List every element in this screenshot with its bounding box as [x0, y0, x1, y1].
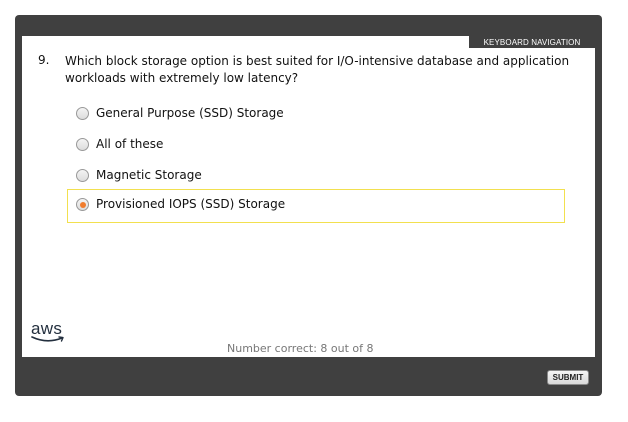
- aws-smile-icon: [31, 336, 64, 342]
- option-provisioned-iops[interactable]: Provisioned IOPS (SSD) Storage: [67, 189, 565, 223]
- keyboard-navigation-button[interactable]: KEYBOARD NAVIGATION: [469, 36, 595, 48]
- option-label: Magnetic Storage: [96, 168, 202, 182]
- option-label: All of these: [96, 137, 164, 151]
- option-all-of-these[interactable]: All of these: [67, 129, 565, 163]
- submit-button[interactable]: SUBMIT: [547, 370, 589, 385]
- question-number: 9.: [38, 53, 50, 67]
- question-text: Which block storage option is best suite…: [65, 54, 570, 85]
- option-general-purpose[interactable]: General Purpose (SSD) Storage: [67, 98, 565, 132]
- radio-button-selected[interactable]: [76, 198, 89, 211]
- option-label: Provisioned IOPS (SSD) Storage: [96, 197, 286, 211]
- quiz-frame: KEYBOARD NAVIGATION 9. Which block stora…: [15, 15, 602, 396]
- radio-button[interactable]: [76, 138, 89, 151]
- quiz-panel: KEYBOARD NAVIGATION 9. Which block stora…: [22, 36, 595, 357]
- score-text: Number correct: 8 out of 8: [227, 342, 374, 355]
- option-label: General Purpose (SSD) Storage: [96, 106, 284, 120]
- aws-logo: aws: [31, 319, 71, 345]
- radio-button[interactable]: [76, 169, 89, 182]
- radio-button[interactable]: [76, 107, 89, 120]
- radio-selected-dot: [79, 201, 86, 208]
